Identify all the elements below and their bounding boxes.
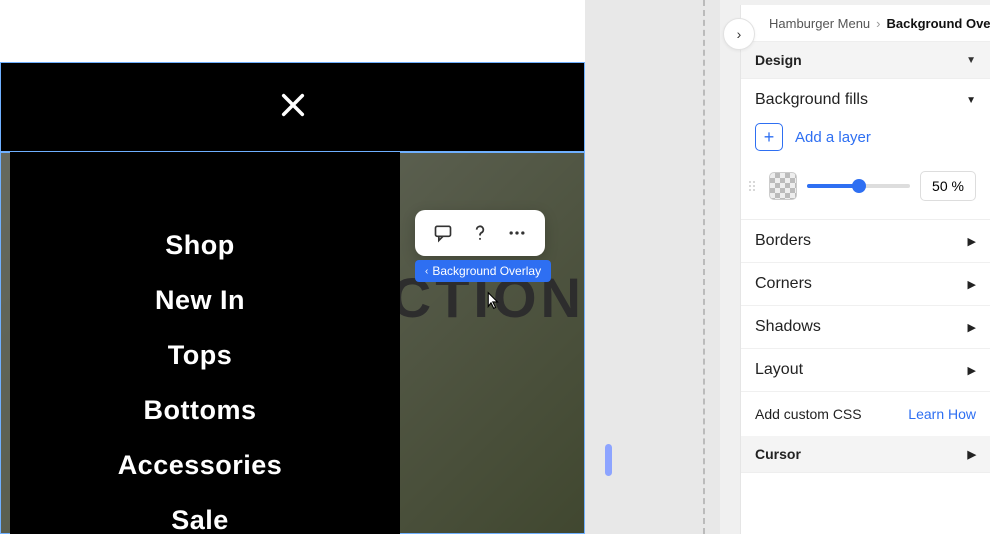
collapse-inspector-button[interactable]: › [723,18,755,50]
opacity-input[interactable] [920,171,976,201]
menu-item-shop[interactable]: Shop [0,230,400,261]
menu-header-bar[interactable] [0,62,585,152]
pointer-cursor-icon [480,290,502,312]
custom-css-row: Add custom CSS Learn How [741,392,990,436]
menu-item-newin[interactable]: New In [0,285,400,316]
prop-borders-label: Borders [755,232,811,250]
canvas-guide-line [703,0,705,534]
chevron-right-icon: › [737,26,742,42]
section-cursor-label: Cursor [755,446,801,462]
section-cursor[interactable]: Cursor ▶ [741,436,990,473]
more-icon[interactable] [507,223,527,243]
prop-corners-label: Corners [755,275,812,293]
floating-toolbar [415,210,545,256]
plus-icon: + [764,128,775,146]
chevron-down-icon: ▼ [966,95,976,106]
menu-item-list: Shop New In Tops Bottoms Accessories Sal… [0,230,400,534]
custom-css-label: Add custom CSS [755,406,862,422]
prop-shadows[interactable]: Shadows ▶ [741,306,990,349]
menu-item-bottoms[interactable]: Bottoms [0,395,400,426]
chevron-right-icon: ▶ [968,364,976,377]
selection-label-text: Background Overlay [432,264,541,278]
vertical-scroll-thumb[interactable] [605,444,612,476]
prop-layout[interactable]: Layout ▶ [741,349,990,392]
canvas: CTION 0 Shop New In Tops Bottoms Accesso… [0,0,720,534]
breadcrumb: Hamburger Menu › Background Ove... [741,5,990,42]
menu-item-accessories[interactable]: Accessories [0,450,400,481]
prop-corners[interactable]: Corners ▶ [741,263,990,306]
breadcrumb-parent[interactable]: Hamburger Menu [769,16,870,31]
chevron-down-icon: ▼ [966,55,976,66]
background-fills-header[interactable]: Background fills ▼ [741,79,990,115]
learn-how-link[interactable]: Learn How [908,406,976,422]
breadcrumb-current: Background Ove... [887,16,990,31]
prop-layout-label: Layout [755,361,803,379]
color-swatch-transparent[interactable] [769,172,797,200]
frame-header-whitespace [0,0,585,62]
slider-knob[interactable] [852,179,866,193]
background-fills-label: Background fills [755,91,868,109]
section-design-label: Design [755,52,802,68]
help-icon[interactable] [470,223,490,243]
opacity-slider[interactable] [807,184,910,188]
section-design[interactable]: Design ▼ [741,42,990,79]
add-layer-label[interactable]: Add a layer [795,129,871,146]
add-layer-button[interactable]: + [755,123,783,151]
fill-layer-row [741,161,990,220]
add-layer-row: + Add a layer [741,115,990,161]
selection-label-pill[interactable]: ‹ Background Overlay [415,260,551,282]
drag-handle-icon[interactable] [749,181,759,191]
prop-shadows-label: Shadows [755,318,821,336]
menu-item-sale[interactable]: Sale [0,505,400,534]
inspector-panel: › Hamburger Menu › Background Ove... Des… [740,5,990,534]
chevron-right-icon: ▶ [968,448,976,461]
chevron-right-icon: ▶ [968,321,976,334]
close-icon[interactable] [279,91,307,119]
prop-borders[interactable]: Borders ▶ [741,220,990,263]
menu-item-tops[interactable]: Tops [0,340,400,371]
comment-icon[interactable] [433,223,453,243]
chevron-left-icon: ‹ [425,266,428,277]
chevron-right-icon: ▶ [968,278,976,291]
breadcrumb-sep: › [876,16,880,31]
chevron-right-icon: ▶ [968,235,976,248]
preview-frame: CTION 0 Shop New In Tops Bottoms Accesso… [0,0,585,534]
